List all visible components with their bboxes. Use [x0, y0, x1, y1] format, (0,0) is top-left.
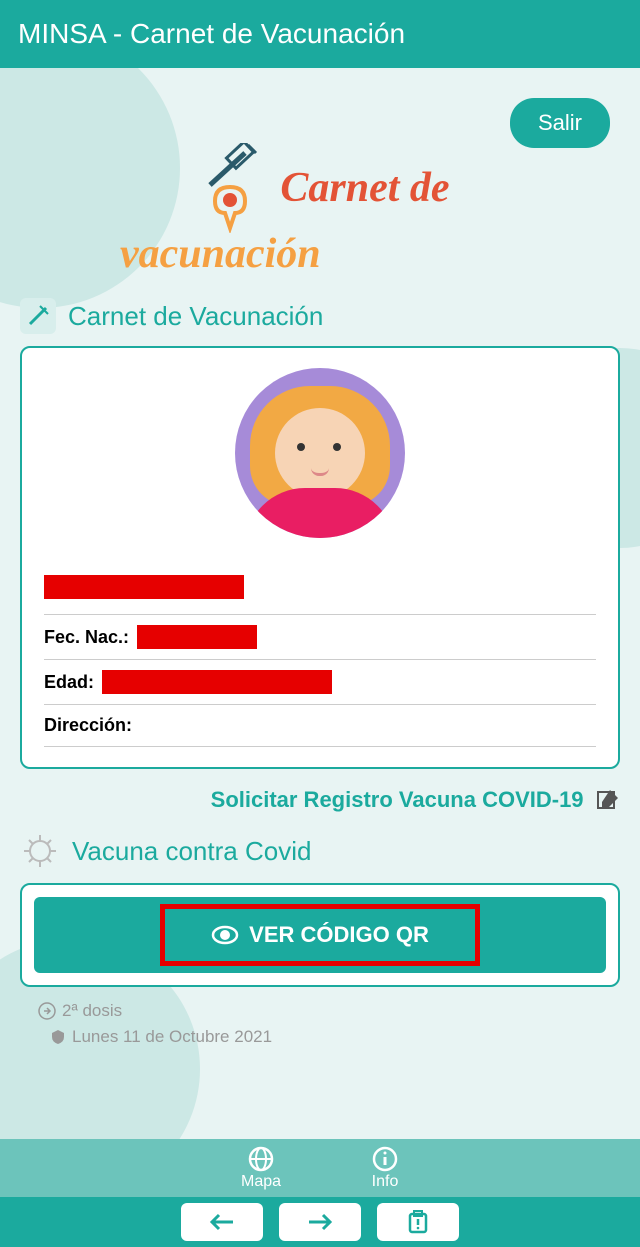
tab-mapa[interactable]: Mapa	[241, 1145, 281, 1191]
date-info: Lunes 11 de Octubre 2021	[50, 1027, 620, 1047]
birthdate-label: Fec. Nac.:	[44, 627, 129, 648]
qr-button-label: VER CÓDIGO QR	[249, 922, 429, 948]
main-content: Salir Carnet de vacunación Carnet de Vac…	[0, 68, 640, 1139]
arrow-left-icon	[209, 1212, 235, 1232]
app-title: MINSA - Carnet de Vacunación	[18, 18, 405, 50]
age-row: Edad:	[44, 660, 596, 705]
covid-section-header: Vacuna contra Covid	[20, 831, 620, 871]
logo: Carnet de vacunación	[20, 143, 620, 278]
exit-button[interactable]: Salir	[510, 98, 610, 148]
logo-text-1: Carnet de	[280, 164, 449, 212]
covid-card: VER CÓDIGO QR	[20, 883, 620, 987]
edit-icon	[596, 788, 620, 817]
avatar-icon	[235, 368, 405, 538]
tab-info[interactable]: Info	[371, 1145, 399, 1191]
section-header: Carnet de Vacunación	[20, 298, 620, 334]
syringe-icon	[20, 298, 56, 334]
covid-title: Vacuna contra Covid	[72, 836, 311, 867]
birthdate-row: Fec. Nac.:	[44, 615, 596, 660]
address-row: Dirección:	[44, 705, 596, 747]
redacted-name	[44, 575, 244, 599]
back-button[interactable]	[181, 1203, 263, 1241]
alert-button[interactable]	[377, 1203, 459, 1241]
dose-info: 2ª dosis	[38, 1001, 620, 1021]
arrow-right-icon	[307, 1212, 333, 1232]
address-label: Dirección:	[44, 715, 132, 736]
virus-icon	[20, 831, 60, 871]
tab-label: Info	[372, 1173, 399, 1191]
shield-icon	[50, 1029, 66, 1045]
app-header: MINSA - Carnet de Vacunación	[0, 0, 640, 68]
syringe-pin-icon	[190, 143, 270, 233]
redacted-birthdate	[137, 625, 257, 649]
tab-label: Mapa	[241, 1173, 281, 1191]
section-title: Carnet de Vacunación	[68, 301, 323, 332]
view-qr-button[interactable]: VER CÓDIGO QR	[34, 897, 606, 973]
bottom-nav	[0, 1197, 640, 1247]
redacted-age	[102, 670, 332, 694]
forward-button[interactable]	[279, 1203, 361, 1241]
profile-card: Fec. Nac.: Edad: Dirección:	[20, 346, 620, 769]
avatar-container	[44, 368, 596, 543]
request-registration-link[interactable]: Solicitar Registro Vacuna COVID-19	[20, 787, 620, 817]
arrow-circle-icon	[38, 1002, 56, 1020]
globe-icon	[247, 1145, 275, 1173]
age-label: Edad:	[44, 672, 94, 693]
clipboard-alert-icon	[407, 1210, 429, 1234]
logo-text-2: vacunación	[120, 230, 620, 278]
tab-bar: Mapa Info	[0, 1139, 640, 1197]
eye-icon	[211, 921, 239, 949]
request-text: Solicitar Registro Vacuna COVID-19	[211, 787, 584, 812]
name-row	[44, 563, 596, 615]
info-icon	[371, 1145, 399, 1173]
